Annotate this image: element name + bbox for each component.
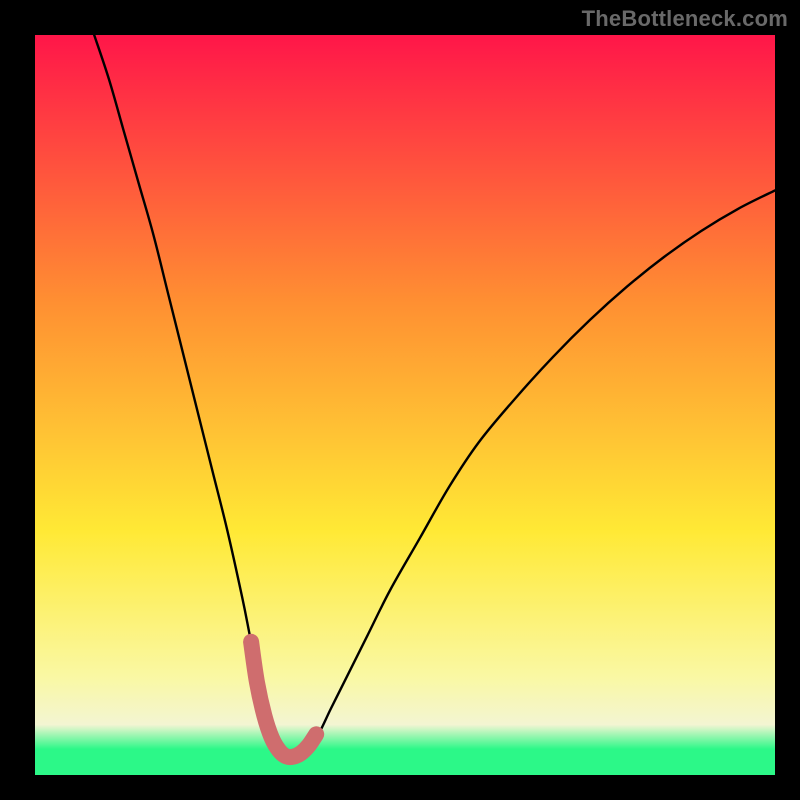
- plot-area: [35, 35, 775, 775]
- bottleneck-curve-chart: [35, 35, 775, 775]
- gradient-background: [35, 35, 775, 775]
- chart-frame: TheBottleneck.com: [0, 0, 800, 800]
- highlight-marker-dot: [244, 634, 259, 649]
- watermark-text: TheBottleneck.com: [582, 6, 788, 32]
